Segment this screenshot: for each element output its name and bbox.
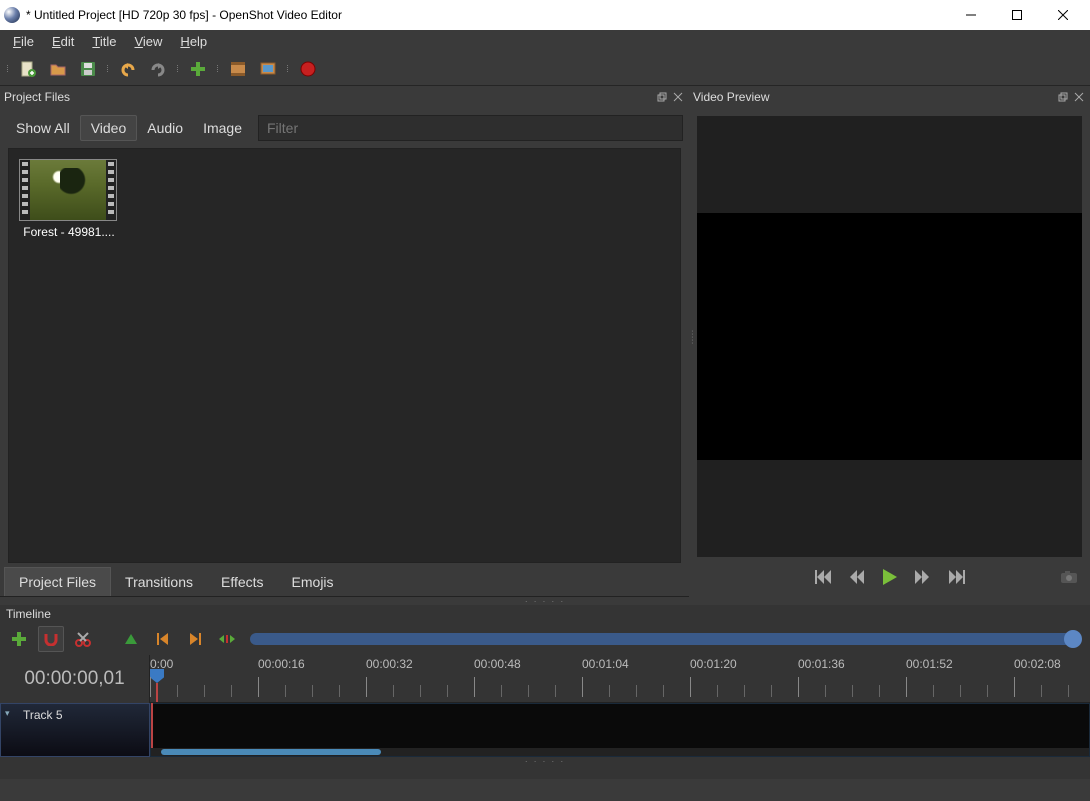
tab-effects[interactable]: Effects	[207, 568, 278, 596]
app-icon	[4, 7, 20, 23]
open-project-button[interactable]	[44, 55, 72, 83]
rewind-button[interactable]	[849, 570, 865, 587]
center-playhead-button[interactable]	[214, 626, 240, 652]
snapshot-button[interactable]	[1060, 570, 1078, 587]
menu-title[interactable]: Title	[83, 32, 125, 51]
next-marker-button[interactable]	[182, 626, 208, 652]
close-panel-icon[interactable]	[671, 90, 685, 104]
ruler-label: 00:00:48	[474, 657, 521, 671]
close-panel-icon[interactable]	[1072, 90, 1086, 104]
menu-view[interactable]: View	[125, 32, 171, 51]
ruler-label: 00:01:52	[906, 657, 953, 671]
file-thumbnail	[19, 159, 117, 221]
window-title: * Untitled Project [HD 720p 30 fps] - Op…	[26, 8, 948, 22]
menu-help[interactable]: Help	[171, 32, 216, 51]
filter-tab-audio[interactable]: Audio	[137, 116, 193, 140]
ruler-label: 00:02:08	[1014, 657, 1061, 671]
razor-button[interactable]	[70, 626, 96, 652]
menu-file[interactable]: File	[4, 32, 43, 51]
video-surface	[697, 213, 1082, 460]
project-files-area[interactable]: Forest - 49981....	[8, 148, 681, 563]
minimize-button[interactable]	[948, 0, 994, 30]
jump-start-button[interactable]	[815, 570, 831, 587]
project-files-header: Project Files	[0, 86, 689, 108]
previous-marker-button[interactable]	[150, 626, 176, 652]
fullscreen-button[interactable]	[254, 55, 282, 83]
track-header[interactable]: ▾ Track 5	[0, 703, 150, 757]
timeline-ruler[interactable]: 0:00 00:00:16 00:00:32 00:00:48 00:01:04 00:0…	[150, 655, 1090, 703]
playhead[interactable]	[150, 669, 164, 683]
new-project-button[interactable]	[14, 55, 42, 83]
chevron-down-icon: ▾	[5, 708, 10, 719]
zoom-slider[interactable]	[250, 633, 1076, 645]
maximize-button[interactable]	[994, 0, 1040, 30]
tab-transitions[interactable]: Transitions	[111, 568, 207, 596]
ruler-label: 0:00	[150, 657, 173, 671]
ruler-label: 00:01:04	[582, 657, 629, 671]
timeline-title: Timeline	[0, 605, 1090, 623]
timeline-scrollbar-thumb[interactable]	[161, 749, 381, 755]
track-name: Track 5	[23, 708, 63, 722]
import-files-button[interactable]	[184, 55, 212, 83]
menu-bar: File Edit Title View Help	[0, 30, 1090, 52]
snapping-button[interactable]	[38, 626, 64, 652]
add-marker-button[interactable]	[118, 626, 144, 652]
ruler-label: 00:01:36	[798, 657, 845, 671]
zoom-slider-handle[interactable]	[1064, 630, 1082, 648]
timecode-display[interactable]: 00:00:00,01	[0, 655, 150, 703]
video-preview-title: Video Preview	[693, 90, 1054, 104]
splitter-horizontal[interactable]: · · · · ·	[0, 757, 1090, 765]
save-project-button[interactable]	[74, 55, 102, 83]
menu-edit[interactable]: Edit	[43, 32, 83, 51]
window-titlebar: * Untitled Project [HD 720p 30 fps] - Op…	[0, 0, 1090, 30]
filter-tab-video[interactable]: Video	[80, 115, 138, 141]
filter-input[interactable]	[258, 115, 683, 141]
file-item[interactable]: Forest - 49981....	[19, 159, 119, 239]
main-toolbar	[0, 52, 1090, 86]
export-video-button[interactable]	[294, 55, 322, 83]
video-preview-header: Video Preview	[689, 86, 1090, 108]
ruler-label: 00:00:32	[366, 657, 413, 671]
splitter-vertical[interactable]: ·····	[691, 329, 694, 344]
fast-forward-button[interactable]	[915, 570, 931, 587]
ruler-label: 00:00:16	[258, 657, 305, 671]
project-files-title: Project Files	[4, 90, 653, 104]
tab-project-files[interactable]: Project Files	[4, 567, 111, 596]
splitter-horizontal[interactable]: · · · · ·	[0, 597, 1090, 605]
file-label: Forest - 49981....	[19, 225, 119, 239]
jump-end-button[interactable]	[949, 570, 965, 587]
close-button[interactable]	[1040, 0, 1086, 30]
undo-button[interactable]	[114, 55, 142, 83]
undock-icon[interactable]	[1056, 90, 1070, 104]
redo-button[interactable]	[144, 55, 172, 83]
play-button[interactable]	[883, 569, 897, 588]
video-preview-canvas: ·····	[697, 116, 1082, 557]
tab-emojis[interactable]: Emojis	[278, 568, 348, 596]
filter-tab-image[interactable]: Image	[193, 116, 252, 140]
undock-icon[interactable]	[655, 90, 669, 104]
filter-tab-show-all[interactable]: Show All	[6, 116, 80, 140]
choose-profile-button[interactable]	[224, 55, 252, 83]
ruler-label: 00:01:20	[690, 657, 737, 671]
track-body[interactable]	[150, 703, 1090, 757]
add-track-button[interactable]	[6, 626, 32, 652]
timeline-scrollbar[interactable]	[151, 748, 1089, 756]
